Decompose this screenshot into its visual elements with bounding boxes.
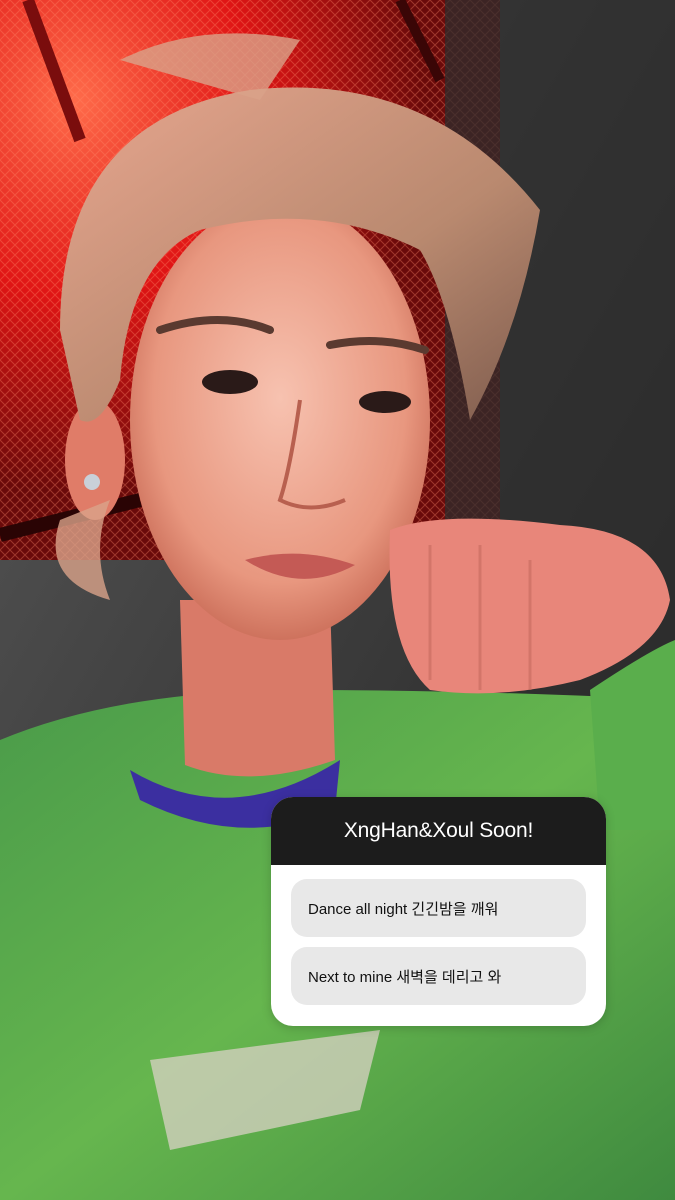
story-view: XngHan&Xoul Soon! Dance all night 긴긴밤을 깨…	[0, 0, 675, 1200]
quiz-option-1[interactable]: Dance all night 긴긴밤을 깨워	[291, 879, 586, 937]
quiz-title: XngHan&Xoul Soon!	[271, 797, 606, 865]
quiz-sticker: XngHan&Xoul Soon! Dance all night 긴긴밤을 깨…	[271, 797, 606, 1026]
quiz-option-2[interactable]: Next to mine 새벽을 데리고 와	[291, 947, 586, 1005]
quiz-options: Dance all night 긴긴밤을 깨워 Next to mine 새벽을…	[271, 865, 606, 1005]
